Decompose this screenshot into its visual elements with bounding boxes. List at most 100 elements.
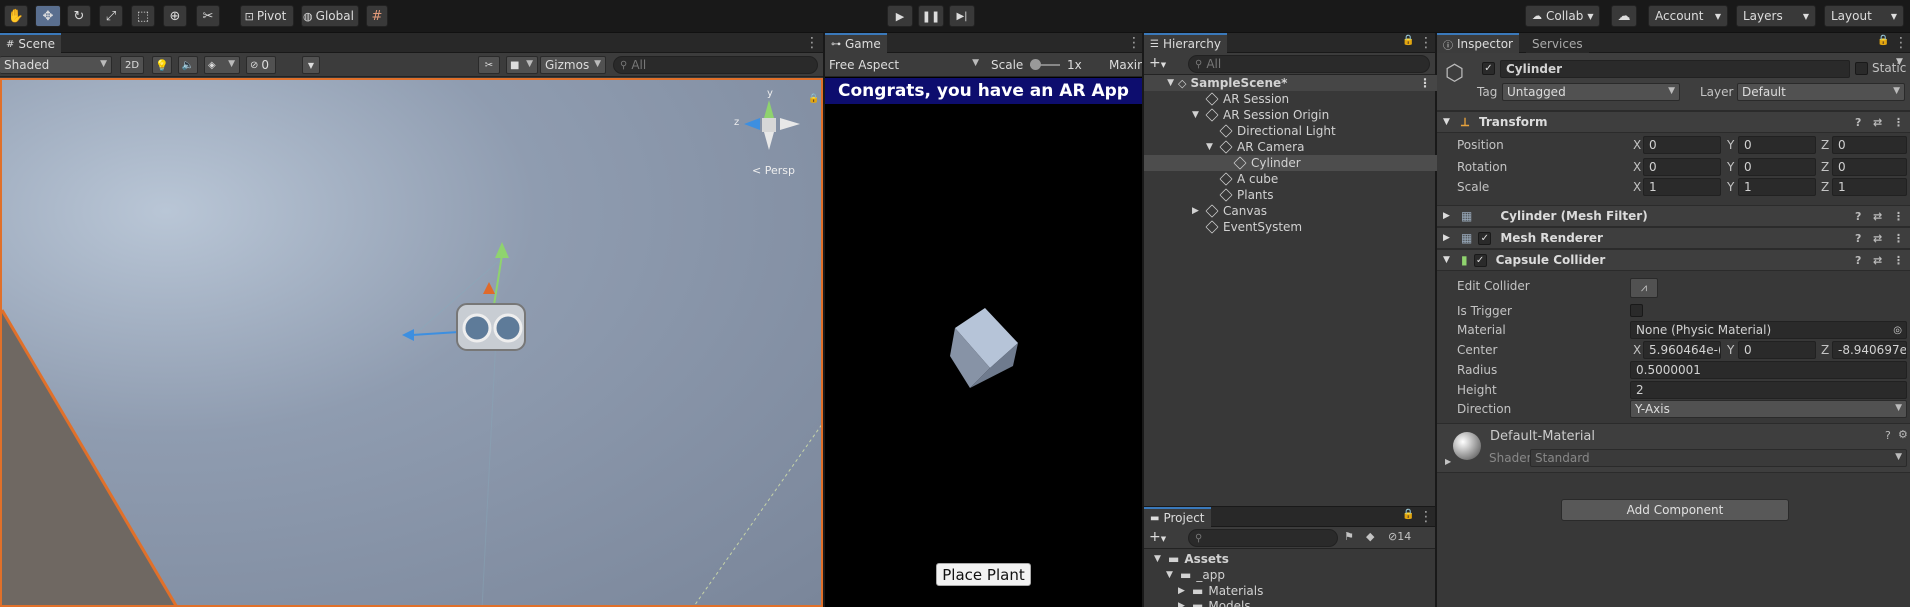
direction-dropdown[interactable]: Y-Axis ▼ bbox=[1630, 400, 1907, 418]
lock-icon[interactable]: 🔒 bbox=[808, 94, 819, 104]
hierarchy-item-a-cube[interactable]: A cube bbox=[1144, 171, 1441, 187]
hierarchy-item-samplescene[interactable]: ▼ ◇ SampleScene* ⋮ bbox=[1144, 75, 1441, 91]
static-checkbox[interactable] bbox=[1855, 62, 1868, 75]
gizmo-z-arrow[interactable] bbox=[483, 282, 495, 294]
active-checkbox[interactable]: ✓ bbox=[1482, 62, 1495, 75]
gizmo-y-arrow[interactable] bbox=[495, 242, 509, 258]
foldout-closed-icon[interactable]: ▶ bbox=[1178, 586, 1192, 596]
hierarchy-item-directional-light[interactable]: Directional Light bbox=[1144, 123, 1441, 139]
hierarchy-item-cylinder[interactable]: Cylinder bbox=[1144, 155, 1441, 171]
help-icon[interactable]: ? bbox=[1855, 116, 1861, 129]
scale-tool-button[interactable]: ⤢ bbox=[99, 5, 123, 27]
place-plant-button[interactable]: Place Plant bbox=[936, 563, 1031, 586]
preset-icon[interactable]: ⇄ bbox=[1873, 210, 1882, 223]
help-icon[interactable]: ? bbox=[1855, 232, 1861, 245]
rotation-y-field[interactable]: 0 bbox=[1738, 158, 1816, 176]
game-menu-icon[interactable]: ⋮ bbox=[1127, 35, 1141, 51]
layer-dropdown[interactable]: Default ▼ bbox=[1737, 83, 1905, 101]
game-viewport[interactable]: Congrats, you have an AR App Place Plant bbox=[825, 78, 1142, 607]
tab-inspector[interactable]: ⓘ Inspector bbox=[1437, 33, 1519, 53]
foldout-open-icon[interactable]: ▼ bbox=[1154, 554, 1168, 564]
center-y-field[interactable]: 0 bbox=[1738, 341, 1816, 359]
lock-icon[interactable]: 🔒 bbox=[1402, 509, 1414, 520]
hierarchy-item-canvas[interactable]: ▶ Canvas bbox=[1144, 203, 1441, 219]
material-section[interactable]: ▶ Default-Material Shader Standard ▼ ? ⚙ bbox=[1437, 423, 1910, 473]
foldout-open-icon[interactable]: ▼ bbox=[1166, 570, 1180, 580]
rotate-tool-button[interactable]: ↻ bbox=[67, 5, 91, 27]
aspect-dropdown[interactable]: Free Aspect ▼ bbox=[825, 56, 983, 74]
hidden-objects-toggle[interactable]: ⊘ 0 bbox=[246, 56, 276, 74]
scale-z-field[interactable]: 1 bbox=[1832, 178, 1907, 196]
center-x-field[interactable]: 5.960464e-( bbox=[1643, 341, 1721, 359]
layout-dropdown[interactable]: Layout ▼ bbox=[1824, 5, 1904, 27]
label-icon[interactable]: ◆ bbox=[1366, 530, 1374, 543]
help-icon[interactable]: ? bbox=[1855, 210, 1861, 223]
tab-services[interactable]: Services bbox=[1526, 33, 1589, 53]
gizmo-x-arrow[interactable] bbox=[402, 329, 414, 341]
tag-dropdown[interactable]: Untagged ▼ bbox=[1502, 83, 1680, 101]
collab-dropdown[interactable]: ☁ Collab ▼ bbox=[1525, 5, 1600, 27]
radius-field[interactable]: 0.5000001 bbox=[1630, 361, 1907, 379]
audio-toggle[interactable]: 🔈 bbox=[178, 56, 198, 74]
gizmos-dropdown[interactable]: Gizmos ▼ bbox=[540, 56, 606, 74]
project-search-input[interactable]: ⚲ bbox=[1188, 529, 1338, 547]
chevron-down-icon[interactable]: ▼ bbox=[1896, 57, 1903, 67]
pause-button[interactable]: ❚❚ bbox=[918, 5, 944, 27]
position-y-field[interactable]: 0 bbox=[1738, 136, 1816, 154]
play-button[interactable]: ▶ bbox=[887, 5, 913, 27]
rotation-x-field[interactable]: 0 bbox=[1643, 158, 1721, 176]
lighting-toggle[interactable]: 💡 bbox=[152, 56, 172, 74]
lock-icon[interactable]: 🔒 bbox=[1402, 35, 1414, 46]
global-toggle[interactable]: ◍ Global bbox=[301, 5, 359, 27]
filter-type-icon[interactable]: ⚑ bbox=[1344, 530, 1354, 543]
project-item-materials[interactable]: ▶ ▬ Materials bbox=[1144, 583, 1435, 599]
preset-icon[interactable]: ⇄ bbox=[1873, 116, 1882, 129]
hand-tool-button[interactable]: ✋ bbox=[4, 5, 28, 27]
effects-dropdown[interactable]: ◈ ▼ bbox=[204, 56, 240, 74]
move-tool-button[interactable]: ✥ bbox=[35, 5, 61, 27]
add-component-button[interactable]: Add Component bbox=[1561, 499, 1789, 521]
position-z-field[interactable]: 0 bbox=[1832, 136, 1907, 154]
hidden-packages-toggle[interactable]: ⊘14 bbox=[1388, 530, 1411, 543]
camera-dropdown[interactable]: ■ ▼ bbox=[506, 56, 538, 74]
is-trigger-checkbox[interactable] bbox=[1630, 304, 1643, 317]
project-menu-icon[interactable]: ⋮ bbox=[1419, 509, 1433, 525]
shader-dropdown[interactable]: Standard ▼ bbox=[1530, 449, 1907, 467]
help-icon[interactable]: ? bbox=[1855, 254, 1861, 267]
maximize-toggle[interactable]: Maxin bbox=[1109, 58, 1142, 72]
hierarchy-menu-icon[interactable]: ⋮ bbox=[1419, 35, 1433, 51]
capsule-collider-header[interactable]: ▼ ▮ ✓ Capsule Collider ? ⇄ ⋮ bbox=[1437, 249, 1910, 271]
component-menu-icon[interactable]: ⋮ bbox=[1893, 210, 1904, 223]
scene-menu-icon[interactable]: ⋮ bbox=[805, 35, 819, 51]
grid-toggle-dropdown[interactable]: ▼ bbox=[302, 56, 320, 74]
project-item-assets[interactable]: ▼ ▬ Assets bbox=[1144, 551, 1435, 567]
foldout-open-icon[interactable]: ▼ bbox=[1206, 142, 1220, 152]
tab-scene[interactable]: # Scene bbox=[0, 33, 61, 53]
layers-dropdown[interactable]: Layers ▼ bbox=[1736, 5, 1816, 27]
hierarchy-item-ar-session[interactable]: AR Session bbox=[1144, 91, 1441, 107]
tab-project[interactable]: ▬ Project bbox=[1144, 507, 1211, 527]
scale-slider-thumb[interactable] bbox=[1030, 59, 1041, 70]
scene-menu-icon[interactable]: ⋮ bbox=[1419, 76, 1431, 90]
project-item-models[interactable]: ▶ ▬ Models bbox=[1144, 598, 1435, 607]
scene-viewport[interactable]: y z 🔒 < Persp bbox=[0, 78, 823, 607]
account-dropdown[interactable]: Account ▼ bbox=[1648, 5, 1728, 27]
create-asset-button[interactable]: +▼ bbox=[1149, 529, 1166, 545]
scale-x-field[interactable]: 1 bbox=[1643, 178, 1721, 196]
hierarchy-item-ar-session-origin[interactable]: ▼ AR Session Origin bbox=[1144, 107, 1441, 123]
mesh-renderer-header[interactable]: ▶ ▦ ✓ Mesh Renderer ? ⇄ ⋮ bbox=[1437, 227, 1910, 249]
inspector-menu-icon[interactable]: ⋮ bbox=[1894, 35, 1908, 51]
foldout-closed-icon[interactable]: ▶ bbox=[1445, 457, 1451, 466]
foldout-closed-icon[interactable]: ▶ bbox=[1178, 601, 1192, 607]
center-z-field[interactable]: -8.940697e- bbox=[1832, 341, 1907, 359]
hierarchy-item-plants[interactable]: Plants bbox=[1144, 187, 1441, 203]
mesh-renderer-enabled-checkbox[interactable]: ✓ bbox=[1478, 231, 1492, 245]
capsule-enabled-checkbox[interactable]: ✓ bbox=[1473, 253, 1487, 267]
tab-game[interactable]: ⊶ Game bbox=[825, 33, 887, 53]
component-menu-icon[interactable]: ⋮ bbox=[1893, 232, 1904, 245]
grid-snap-button[interactable]: # bbox=[366, 5, 388, 27]
create-button[interactable]: +▼ bbox=[1149, 55, 1166, 71]
tools-overlay-button[interactable]: ✂ bbox=[478, 56, 500, 74]
edit-collider-button[interactable]: ⩘ bbox=[1630, 278, 1658, 298]
position-x-field[interactable]: 0 bbox=[1643, 136, 1721, 154]
